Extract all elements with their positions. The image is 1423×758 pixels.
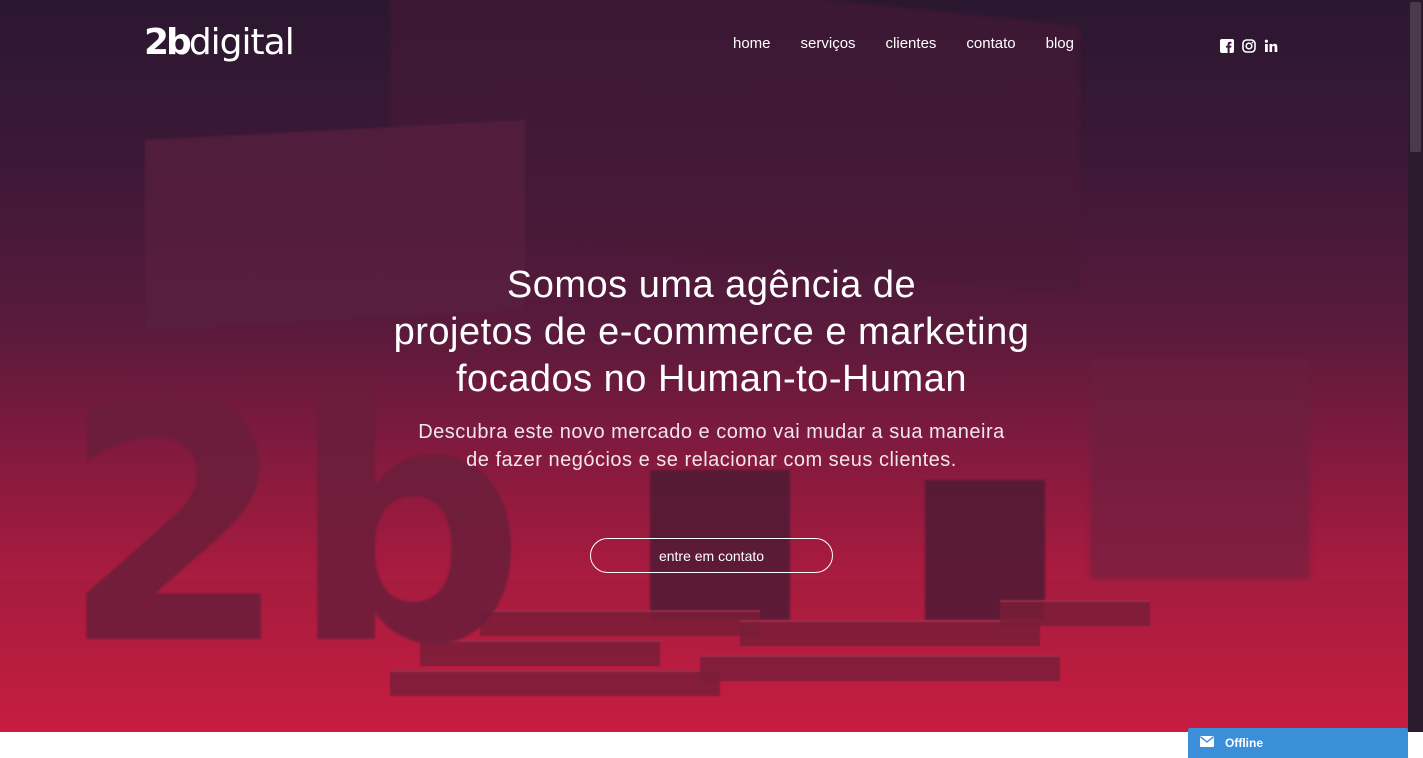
hero-subtitle: Descubra este novo mercado e como vai mu…	[320, 418, 1103, 474]
facebook-icon[interactable]	[1219, 38, 1234, 53]
hero-section: 2b 2bdigital home serviços clientes cont…	[0, 0, 1423, 732]
nav-servicos[interactable]: serviços	[801, 35, 856, 52]
headline-line: Somos uma agência de	[506, 264, 917, 306]
background-2b-sculpture: 2b	[60, 333, 526, 717]
subtitle-line: Descubra este novo mercado e como vai mu…	[418, 421, 1005, 443]
linkedin-icon[interactable]	[1263, 38, 1278, 53]
social-links	[1219, 38, 1278, 53]
background-book	[700, 655, 1060, 681]
scrollbar-thumb[interactable]	[1410, 2, 1421, 152]
contact-button[interactable]: entre em contato	[590, 538, 833, 573]
nav-contato[interactable]: contato	[966, 35, 1015, 52]
instagram-icon[interactable]	[1241, 38, 1256, 53]
background-book	[1000, 600, 1150, 626]
envelope-icon	[1200, 736, 1214, 750]
nav-clientes[interactable]: clientes	[886, 35, 937, 52]
logo-bold: 2b	[144, 22, 192, 63]
logo-text: digital	[188, 22, 295, 63]
scrollbar-track[interactable]	[1408, 0, 1423, 732]
hero-headline: Somos uma agência de projetos de e-comme…	[250, 262, 1173, 403]
logo[interactable]: 2bdigital	[144, 22, 295, 63]
nav-blog[interactable]: blog	[1046, 35, 1074, 52]
subtitle-line: de fazer negócios e se relacionar com se…	[466, 449, 957, 471]
chat-widget[interactable]: Offline	[1188, 728, 1408, 758]
background-card	[925, 480, 1045, 620]
headline-line: focados no Human-to-Human	[456, 358, 967, 400]
background-book	[740, 620, 1040, 646]
nav-home[interactable]: home	[733, 35, 771, 52]
chat-status: Offline	[1225, 736, 1263, 750]
headline-line: projetos de e-commerce e marketing	[393, 311, 1030, 353]
main-nav: home serviços clientes contato blog	[733, 35, 1074, 52]
